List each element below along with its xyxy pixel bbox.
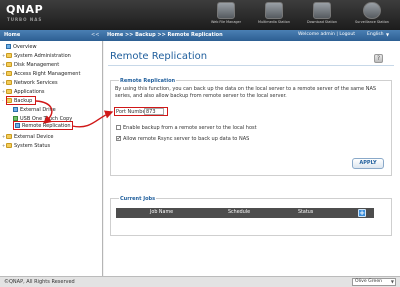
camera-icon [363,2,381,19]
enable-backup-checkbox[interactable] [116,125,121,130]
folder-icon [6,53,12,58]
main-content: Remote Replication ? Remote Replication … [104,41,400,276]
current-jobs-legend: Current Jobs [119,196,157,202]
chevron-down-icon: ▼ [390,279,394,284]
station-label: Download Station [307,20,337,24]
page-icon [6,44,11,49]
station-label: Surveillance Station [355,20,389,24]
language-select[interactable]: English [367,32,384,37]
theme-select[interactable]: Olive Green ▼ [352,278,396,286]
sidebar-item-network-services[interactable]: + Network Services [2,80,58,88]
sidebar-item-external-device[interactable]: + External Device [2,134,53,142]
home-label[interactable]: Home [4,32,20,38]
enable-backup-row[interactable]: Enable backup from a remote server to th… [116,125,257,131]
copyright-text: ©QNAP, All Rights Reserved [4,279,75,285]
sidebar-item-remote-replication[interactable]: Remote Replication [15,123,71,131]
chevron-down-icon[interactable]: ▼ [386,32,389,37]
section-legend: Remote Replication [119,78,177,84]
sidebar-item-system-status[interactable]: + System Status [2,143,50,151]
help-icon[interactable]: ? [374,54,383,63]
logo-subtitle: TURBO NAS [7,17,43,22]
collapse-sidebar-button[interactable]: << [91,32,99,38]
welcome-logout[interactable]: Welcome admin | Logout [298,32,355,37]
folder-icon [6,62,12,67]
allow-rsync-row[interactable]: Allow remote Rsync server to back up dat… [116,135,250,142]
top-banner: QNAP TURBO NAS Web File Manager Multimed… [0,0,400,30]
add-job-icon[interactable]: + [358,209,366,217]
allow-rsync-label: Allow remote Rsync server to back up dat… [123,136,250,142]
backup-highlight-box [6,96,36,105]
drive-icon [13,107,18,112]
replication-icon [15,123,20,128]
station-multimedia[interactable]: Multimedia Station [250,1,298,29]
station-download[interactable]: Download Station [298,1,346,29]
section-description: By using this function, you can back up … [115,86,377,99]
column-schedule: Schedule [228,210,251,215]
sidebar-item-disk-management[interactable]: + Disk Management [2,62,59,70]
multimedia-icon [265,2,283,19]
page-title: Remote Replication [110,51,208,62]
header-strip: Home << Home >> Backup >> Remote Replica… [0,30,400,41]
sidebar-item-system-administration[interactable]: + System Administration [2,53,71,61]
sidebar: Overview + System Administration + Disk Ma… [0,41,103,276]
download-icon [313,2,331,19]
jobs-table-header: Job Name Schedule Status [116,208,374,218]
station-label: Multimedia Station [258,20,290,24]
folder-icon [6,71,12,76]
folder-icon [6,143,12,148]
breadcrumb: Home >> Backup >> Remote Replication [107,32,223,38]
sidebar-item-access-right-management[interactable]: + Access Right Management [2,71,80,79]
footer: ©QNAP, All Rights Reserved Olive Green ▼ [0,276,400,287]
station-surveillance[interactable]: Surveillance Station [348,1,396,29]
sidebar-item-overview[interactable]: Overview [2,44,37,52]
allow-rsync-checkbox[interactable] [116,135,122,142]
sidebar-item-external-drive[interactable]: External Drive [13,107,56,115]
port-number-input[interactable]: 873 [144,108,164,115]
column-status: Status [298,210,314,215]
station-label: Web File Manager [210,20,242,24]
enable-backup-label: Enable backup from a remote server to th… [123,125,257,131]
folder-icon [217,2,235,19]
folder-icon [6,80,12,85]
folder-icon [6,89,12,94]
folder-icon [6,134,12,139]
apply-button[interactable]: APPLY [352,158,384,169]
title-divider [108,65,394,66]
station-web-file-manager[interactable]: Web File Manager [202,1,250,29]
column-job-name: Job Name [150,210,174,215]
qnap-logo: QNAP [6,3,44,16]
